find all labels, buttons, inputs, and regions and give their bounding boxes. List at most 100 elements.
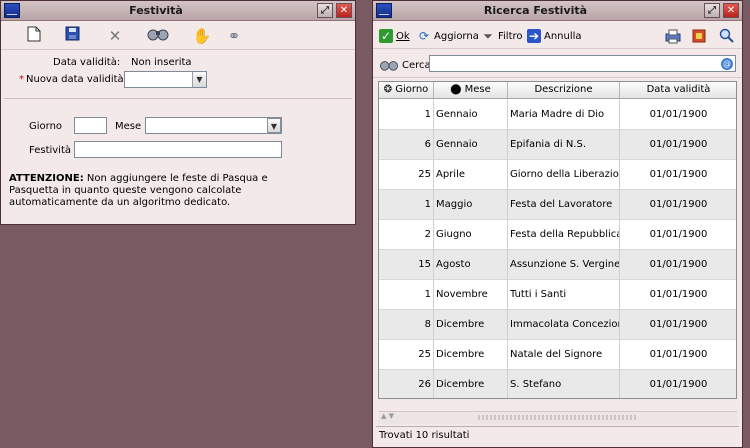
status-bar: Trovati 10 risultati (376, 426, 739, 444)
cell-data-validita: 01/01/1900 (620, 310, 736, 339)
column-header-mese[interactable]: ⬤ Mese (434, 82, 508, 98)
cell-descrizione: Festa della Repubblica (508, 220, 620, 249)
festivita-input[interactable] (74, 141, 282, 158)
cell-descrizione: Epifania di N.S. (508, 130, 620, 159)
cell-data-validita: 01/01/1900 (620, 250, 736, 279)
cell-mese: Agosto (434, 250, 508, 279)
required-marker: * (19, 74, 24, 85)
cell-giorno: 25 (379, 340, 434, 369)
cell-descrizione: Festa del Lavoratore (508, 190, 620, 219)
mese-select[interactable]: ▼ (145, 117, 282, 134)
cell-mese: Dicembre (434, 370, 508, 398)
cell-mese: Dicembre (434, 310, 508, 339)
table-row[interactable]: 25 Dicembre Natale del Signore 01/01/1900 (379, 340, 736, 370)
ok-button[interactable]: ✓ Ok (379, 27, 410, 45)
giorno-input[interactable] (74, 117, 107, 134)
cell-data-validita: 01/01/1900 (620, 220, 736, 249)
link-icon[interactable]: ⚭ (223, 26, 245, 46)
cell-descrizione: Immacolata Concezione (508, 310, 620, 339)
ricerca-window: Ricerca Festività ⤢ ✕ ✓ Ok ⟳ Aggiorna ⏷ … (372, 0, 743, 448)
chevron-down-icon[interactable]: ▼ (192, 72, 206, 87)
ricerca-titlebar[interactable]: Ricerca Festività ⤢ ✕ (373, 1, 742, 21)
scroll-arrows-icon[interactable]: ▲ ▼ (381, 412, 394, 420)
cell-mese: Novembre (434, 280, 508, 309)
hand-icon[interactable]: ✋ (191, 26, 213, 46)
cell-data-validita: 01/01/1900 (620, 340, 736, 369)
cell-mese: Aprile (434, 160, 508, 189)
cell-giorno: 15 (379, 250, 434, 279)
delete-icon[interactable]: ✕ (104, 26, 126, 46)
new-icon[interactable] (23, 26, 45, 46)
cell-mese: Gennaio (434, 100, 508, 129)
search-input[interactable] (429, 55, 736, 72)
export-icon (692, 29, 706, 43)
aggiorna-button[interactable]: ⟳ Aggiorna (417, 27, 479, 45)
horizontal-scrollbar[interactable]: ▲ ▼ (378, 411, 737, 424)
check-icon: ✓ (379, 29, 393, 43)
exit-arrow-icon: ➔ (527, 29, 541, 43)
cell-descrizione: Maria Madre di Dio (508, 100, 620, 129)
sort-icon: ❂ (383, 84, 393, 95)
table-row[interactable]: 1 Gennaio Maria Madre di Dio 01/01/1900 (379, 100, 736, 130)
cell-giorno: 2 (379, 220, 434, 249)
search-settings-button[interactable] (719, 27, 735, 45)
search-binoculars-icon[interactable] (147, 26, 169, 46)
nuova-data-combo[interactable]: ▼ (124, 71, 207, 88)
cell-data-validita: 01/01/1900 (620, 370, 736, 398)
table-row[interactable]: 25 Aprile Giorno della Liberazione 01/01/19… (379, 160, 736, 190)
table-row[interactable]: 2 Giugno Festa della Repubblica 01/01/1900 (379, 220, 736, 250)
cell-mese: Dicembre (434, 340, 508, 369)
search-go-icon[interactable]: @ (721, 58, 733, 70)
scroll-grip[interactable] (478, 415, 638, 420)
festivita-toolbar: ✕ ✋ ⚭ (1, 22, 355, 50)
results-grid: ❂ Giorno ⬤ Mese Descrizione Data validit… (378, 81, 737, 399)
restore-button[interactable]: ⤢ (704, 3, 720, 18)
cell-mese: Giugno (434, 220, 508, 249)
cell-descrizione: S. Stefano (508, 370, 620, 398)
table-row[interactable]: 1 Novembre Tutti i Santi 01/01/1900 (379, 280, 736, 310)
chevron-down-icon[interactable]: ▼ (267, 118, 281, 133)
filter-icon: ⏷ (483, 29, 493, 43)
save-icon[interactable] (61, 26, 83, 46)
annulla-label: Annulla (544, 30, 582, 42)
print-icon (665, 29, 681, 44)
festivita-window: Festività ⤢ ✕ ✕ ✋ ⚭ Data validità: Non i… (0, 0, 356, 225)
cell-giorno: 8 (379, 310, 434, 339)
export-button[interactable] (691, 27, 707, 45)
print-button[interactable] (665, 27, 681, 45)
cell-mese: Maggio (434, 190, 508, 219)
festivita-title: Festività (129, 4, 183, 17)
cell-data-validita: 01/01/1900 (620, 130, 736, 159)
annulla-button[interactable]: ➔ Annulla (527, 27, 582, 45)
binoculars-icon (380, 61, 398, 71)
cell-giorno: 26 (379, 370, 434, 398)
grid-header: ❂ Giorno ⬤ Mese Descrizione Data validit… (379, 82, 736, 99)
refresh-icon: ⟳ (418, 29, 430, 43)
filtro-label: Filtro (498, 30, 523, 42)
cell-giorno: 6 (379, 130, 434, 159)
cell-giorno: 25 (379, 160, 434, 189)
festivita-titlebar[interactable]: Festività ⤢ ✕ (1, 1, 355, 21)
cell-descrizione: Giorno della Liberazione (508, 160, 620, 189)
column-header-descrizione[interactable]: Descrizione (508, 82, 620, 98)
column-header-giorno[interactable]: ❂ Giorno (379, 82, 434, 98)
table-row[interactable]: 6 Gennaio Epifania di N.S. 01/01/1900 (379, 130, 736, 160)
table-row[interactable]: 1 Maggio Festa del Lavoratore 01/01/1900 (379, 190, 736, 220)
warning-note: ATTENZIONE: Non aggiungere le feste di P… (9, 173, 309, 209)
close-button[interactable]: ✕ (336, 3, 352, 18)
sort-icon: ⬤ (450, 84, 462, 95)
data-validita-value: Non inserita (131, 57, 192, 68)
cell-descrizione: Tutti i Santi (508, 280, 620, 309)
cerca-label-group: Cerca (379, 56, 431, 74)
column-header-data-validita[interactable]: Data validità (620, 82, 736, 98)
warning-title: ATTENZIONE: (9, 173, 84, 184)
close-button[interactable]: ✕ (723, 3, 739, 18)
filtro-button[interactable]: ⏷ Filtro (481, 27, 523, 45)
cerca-label: Cerca (402, 59, 431, 71)
restore-button[interactable]: ⤢ (317, 3, 333, 18)
table-row[interactable]: 26 Dicembre S. Stefano 01/01/1900 (379, 370, 736, 398)
table-row[interactable]: 15 Agosto Assunzione S. Vergine 01/01/1900 (379, 250, 736, 280)
separator (4, 98, 352, 99)
cell-data-validita: 01/01/1900 (620, 280, 736, 309)
table-row[interactable]: 8 Dicembre Immacolata Concezione 01/01/1900 (379, 310, 736, 340)
